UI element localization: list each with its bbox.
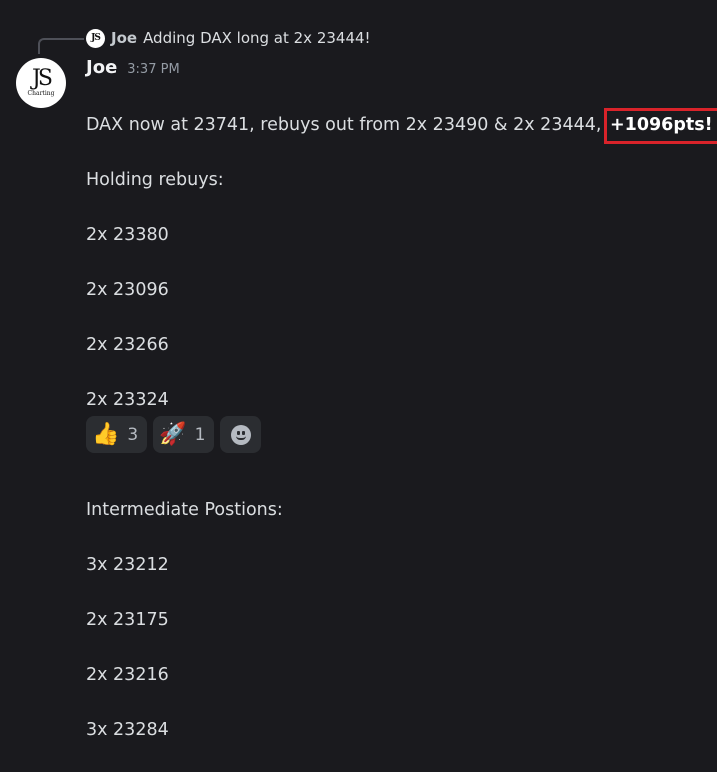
message-line: 2x 23096 xyxy=(86,279,169,300)
avatar[interactable]: JS Charting xyxy=(16,58,66,108)
points-highlight: +1096pts! xyxy=(603,107,717,144)
message-line: 3x 23284 xyxy=(86,719,169,740)
message-line: 2x 23175 xyxy=(86,609,169,630)
reply-preview[interactable]: JS Joe Adding DAX long at 2x 23444! xyxy=(86,28,371,48)
message-author[interactable]: Joe xyxy=(86,57,117,78)
message-line: 2x 23266 xyxy=(86,334,169,355)
message-first-line-text: DAX now at 23741, rebuys out from 2x 234… xyxy=(86,114,607,135)
smiley-icon xyxy=(230,424,251,445)
message-line: Intermediate Postions: xyxy=(86,499,283,520)
reply-avatar: JS xyxy=(86,28,105,48)
reaction-count: 3 xyxy=(127,424,139,445)
reply-text[interactable]: Adding DAX long at 2x 23444! xyxy=(143,29,371,47)
rocket-icon: 🚀 xyxy=(159,421,187,447)
add-reaction-button[interactable] xyxy=(220,416,262,453)
message-first-line: DAX now at 23741, rebuys out from 2x 234… xyxy=(86,107,717,144)
message-line: 2x 23216 xyxy=(86,664,169,685)
message-timestamp[interactable]: 3:37 PM xyxy=(127,62,179,77)
reaction-rocket[interactable]: 🚀 1 xyxy=(153,416,215,453)
avatar-logo: JS xyxy=(32,65,53,91)
thumbs-up-icon: 👍 xyxy=(92,421,120,447)
message-header: Joe 3:37 PM xyxy=(86,57,180,81)
message-line: Holding rebuys: xyxy=(86,169,224,190)
reply-author[interactable]: Joe xyxy=(111,29,137,47)
reply-connector xyxy=(38,38,84,54)
message-line: 2x 23324 xyxy=(86,389,169,410)
reactions-bar: 👍 3 🚀 1 xyxy=(86,416,262,453)
message-line: 2x 23380 xyxy=(86,224,169,245)
message-line: 3x 23212 xyxy=(86,554,169,575)
reaction-count: 1 xyxy=(194,424,206,445)
reaction-thumbs-up[interactable]: 👍 3 xyxy=(86,416,148,453)
avatar-sub: Charting xyxy=(27,89,55,97)
